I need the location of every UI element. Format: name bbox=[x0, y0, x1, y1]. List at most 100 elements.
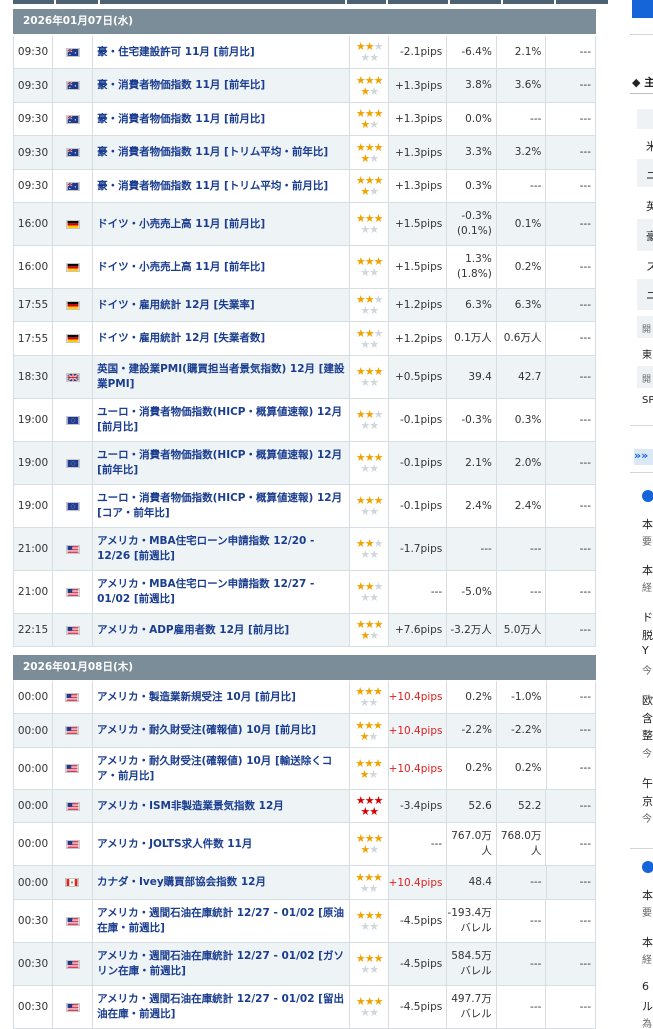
sidebar-news[interactable]: 脱 bbox=[642, 627, 653, 643]
event-name-link[interactable]: アメリカ・製造業新規受注 10月 [前月比] bbox=[92, 681, 350, 713]
event-name-link[interactable]: 豪・消費者物価指数 11月 [トリム平均・前年比] bbox=[93, 136, 351, 169]
table-row[interactable]: 18:30 英国・建設業PMI(購買担当者景気指数) 12月 [建設業PMI] ★★… bbox=[13, 356, 596, 399]
table-row[interactable]: 21:00 アメリカ・MBA住宅ローン申請指数 12/27 - 01/02 [前週… bbox=[13, 571, 596, 614]
germany-flag-icon bbox=[53, 203, 94, 245]
event-name-link[interactable]: アメリカ・耐久財受注(確報値) 10月 [輸送除くコア・前月比] bbox=[92, 748, 350, 789]
table-row[interactable]: 19:00 ユーロ・消費者物価指数(HICP・概算値速報) 12月 [前月比] ★★… bbox=[13, 399, 596, 442]
table-row[interactable]: 00:30 アメリカ・週間石油在庫統計 12/27 - 01/02 [ガソリン在庫… bbox=[13, 943, 596, 986]
sidebar-blue-button[interactable] bbox=[632, 0, 653, 18]
result-value: 6.3% bbox=[447, 289, 497, 321]
previous-value: --- bbox=[546, 866, 597, 899]
table-row[interactable]: 17:55 ドイツ・雇用統計 12月 [失業率] ★★★ ★★ +1.2pips 6.3%… bbox=[13, 289, 596, 322]
table-row[interactable]: 00:00 アメリカ・ISM非製造業景気指数 12月 ★★★ ★★ -3.4pips 52… bbox=[13, 790, 596, 823]
sidebar-news[interactable]: 本 bbox=[642, 887, 653, 903]
sidebar-news[interactable]: 午 bbox=[642, 775, 653, 791]
germany-flag-icon bbox=[53, 322, 94, 355]
event-name-link[interactable]: アメリカ・MBA住宅ローン申請指数 12/20 - 12/26 [前週比] bbox=[93, 528, 351, 570]
forecast-value: 0.1% bbox=[496, 203, 547, 245]
sidebar-news[interactable]: 京 bbox=[642, 793, 653, 809]
sidebar-item[interactable]: ニ bbox=[646, 167, 653, 183]
event-name-link[interactable]: ドイツ・小売売上高 11月 [前年比] bbox=[93, 246, 351, 288]
volatility-value: +1.3pips bbox=[389, 103, 448, 135]
previous-value: --- bbox=[546, 528, 596, 570]
table-row[interactable]: 21:00 アメリカ・MBA住宅ローン申請指数 12/20 - 12/26 [前週… bbox=[13, 528, 596, 571]
event-name-link[interactable]: アメリカ・耐久財受注(確報値) 10月 [前月比] bbox=[92, 714, 350, 747]
previous-value: --- bbox=[546, 681, 597, 713]
event-name-link[interactable]: ユーロ・消費者物価指数(HICP・概算値速報) 12月 [前年比] bbox=[93, 442, 351, 484]
volatility-value: +10.4pips bbox=[388, 681, 448, 713]
sidebar-item[interactable]: 米 bbox=[646, 138, 653, 154]
sidebar-news[interactable]: 本 bbox=[642, 934, 653, 950]
table-row[interactable]: 00:30 アメリカ・週間石油在庫統計 12/27 - 01/02 [原油在庫・前… bbox=[13, 900, 596, 943]
sidebar-item[interactable]: 英 bbox=[646, 198, 653, 214]
sidebar-news[interactable]: ル bbox=[642, 998, 653, 1014]
event-name-link[interactable]: 豪・消費者物価指数 11月 [前月比] bbox=[93, 103, 351, 135]
volatility-value: -0.1pips bbox=[389, 399, 448, 441]
previous-value: --- bbox=[546, 900, 596, 942]
table-row[interactable]: 00:00 アメリカ・製造業新規受注 10月 [前月比] ★★★ ★★ +10.4pip… bbox=[13, 681, 597, 714]
event-name-link[interactable]: カナダ・Ivey購買部協会指数 12月 bbox=[92, 866, 350, 899]
forecast-value: -2.2% bbox=[496, 714, 547, 747]
table-row[interactable]: 19:00 ユーロ・消費者物価指数(HICP・概算値速報) 12月 [前年比] ★★… bbox=[13, 442, 596, 485]
event-name-link[interactable]: アメリカ・JOLTS求人件数 11月 bbox=[93, 823, 351, 865]
volatility-value: +1.2pips bbox=[389, 322, 448, 355]
event-name-link[interactable]: 英国・建設業PMI(購買担当者景気指数) 12月 [建設業PMI] bbox=[93, 356, 351, 398]
previous-value: --- bbox=[546, 103, 596, 135]
event-name-link[interactable]: アメリカ・MBA住宅ローン申請指数 12/27 - 01/02 [前週比] bbox=[93, 571, 351, 613]
table-row[interactable]: 00:00 アメリカ・JOLTS求人件数 11月 ★★★ ★★ --- 767.0万 人7… bbox=[13, 823, 596, 866]
forecast-value: --- bbox=[496, 986, 547, 1028]
previous-value: --- bbox=[546, 170, 596, 202]
event-time: 21:00 bbox=[13, 571, 54, 613]
table-row[interactable]: 17:55 ドイツ・雇用統計 12月 [失業者数] ★★★ ★★ +1.2pips 0.1… bbox=[13, 322, 596, 356]
sidebar-news[interactable]: 本 bbox=[642, 516, 653, 532]
table-row[interactable]: 09:30 豪・消費者物価指数 11月 [トリム平均・前月比] ★★★ ★★ +1.3p… bbox=[13, 170, 596, 203]
table-row[interactable]: 09:30 豪・住宅建設許可 11月 [前月比] ★★★ ★★ -2.1pips -6.4… bbox=[13, 36, 596, 69]
importance-stars: ★★★ ★★ bbox=[350, 136, 390, 169]
event-name-link[interactable]: アメリカ・週間石油在庫統計 12/27 - 01/02 [原油在庫・前週比] bbox=[93, 900, 351, 942]
event-name-link[interactable]: ドイツ・雇用統計 12月 [失業率] bbox=[93, 289, 351, 321]
sidebar-news[interactable]: 含 bbox=[642, 710, 653, 726]
table-header-strip bbox=[13, 0, 608, 4]
volatility-value: --- bbox=[389, 571, 448, 613]
event-name-link[interactable]: ユーロ・消費者物価指数(HICP・概算値速報) 12月 [コア・前年比] bbox=[93, 485, 351, 527]
event-name-link[interactable]: ドイツ・雇用統計 12月 [失業者数] bbox=[93, 322, 351, 355]
sidebar-news[interactable]: 整 bbox=[642, 727, 653, 743]
table-row[interactable]: 22:15 アメリカ・ADP雇用者数 12月 [前月比] ★★★ ★★ +7.6pips… bbox=[13, 614, 596, 647]
sidebar-item[interactable]: 豪 bbox=[646, 228, 653, 244]
importance-stars: ★★★ ★★ bbox=[350, 289, 390, 321]
event-name-link[interactable]: ユーロ・消費者物価指数(HICP・概算値速報) 12月 [前月比] bbox=[93, 399, 351, 441]
sidebar-news[interactable]: Y bbox=[642, 644, 653, 657]
event-name-link[interactable]: アメリカ・週間石油在庫統計 12/27 - 01/02 [留出油在庫・前週比] bbox=[93, 986, 351, 1028]
event-time: 00:00 bbox=[13, 714, 54, 747]
table-row[interactable]: 16:00 ドイツ・小売売上高 11月 [前月比] ★★★ ★★ +1.5pips -0.… bbox=[13, 203, 596, 246]
sidebar-item[interactable]: ニ bbox=[646, 287, 653, 303]
forecast-value: 2.1% bbox=[496, 36, 547, 68]
sidebar-news[interactable]: 6 bbox=[642, 980, 653, 993]
event-name-link[interactable]: アメリカ・ADP雇用者数 12月 [前月比] bbox=[93, 614, 351, 646]
event-time: 19:00 bbox=[13, 442, 54, 484]
previous-value: --- bbox=[546, 289, 596, 321]
table-row[interactable]: 19:00 ユーロ・消費者物価指数(HICP・概算値速報) 12月 [コア・前年比… bbox=[13, 485, 596, 528]
event-name-link[interactable]: 豪・消費者物価指数 11月 [トリム平均・前月比] bbox=[93, 170, 351, 202]
table-row[interactable]: 09:30 豪・消費者物価指数 11月 [前年比] ★★★ ★★ +1.3pips 3.8… bbox=[13, 69, 596, 103]
sidebar-news[interactable]: 本 bbox=[642, 562, 653, 578]
event-name-link[interactable]: ドイツ・小売売上高 11月 [前月比] bbox=[93, 203, 351, 245]
sidebar-item[interactable]: ス bbox=[646, 258, 653, 274]
previous-value: --- bbox=[546, 356, 596, 398]
table-row[interactable]: 00:00 カナダ・Ivey購買部協会指数 12月 ★★★ ★★ +10.4pips 48… bbox=[13, 866, 597, 900]
event-name-link[interactable]: アメリカ・ISM非製造業景気指数 12月 bbox=[93, 790, 351, 822]
sidebar-news[interactable]: 欧 bbox=[642, 692, 653, 708]
sidebar-news[interactable]: ド bbox=[642, 609, 653, 625]
table-row[interactable]: 09:30 豪・消費者物価指数 11月 [前月比] ★★★ ★★ +1.3pips 0.0… bbox=[13, 103, 596, 136]
table-row[interactable]: 00:00 アメリカ・耐久財受注(確報値) 10月 [輸送除くコア・前月比] ★★★… bbox=[13, 748, 597, 790]
volatility-value: +10.4pips bbox=[388, 866, 448, 899]
table-row[interactable]: 00:30 アメリカ・週間石油在庫統計 12/27 - 01/02 [留出油在庫・… bbox=[13, 986, 596, 1029]
table-row[interactable]: 09:30 豪・消費者物価指数 11月 [トリム平均・前年比] ★★★ ★★ +1.3p… bbox=[13, 136, 596, 170]
table-row[interactable]: 00:00 アメリカ・耐久財受注(確報値) 10月 [前月比] ★★★ ★★ +10.4… bbox=[13, 714, 597, 748]
table-row[interactable]: 16:00 ドイツ・小売売上高 11月 [前年比] ★★★ ★★ +1.5pips 1.3… bbox=[13, 246, 596, 289]
event-name-link[interactable]: 豪・住宅建設許可 11月 [前月比] bbox=[93, 36, 351, 68]
event-name-link[interactable]: アメリカ・週間石油在庫統計 12/27 - 01/02 [ガソリン在庫・前週比] bbox=[93, 943, 351, 985]
event-name-link[interactable]: 豪・消費者物価指数 11月 [前年比] bbox=[93, 69, 351, 102]
sidebar-news: 経 bbox=[642, 583, 652, 594]
sidebar-news: 経 bbox=[642, 955, 652, 966]
